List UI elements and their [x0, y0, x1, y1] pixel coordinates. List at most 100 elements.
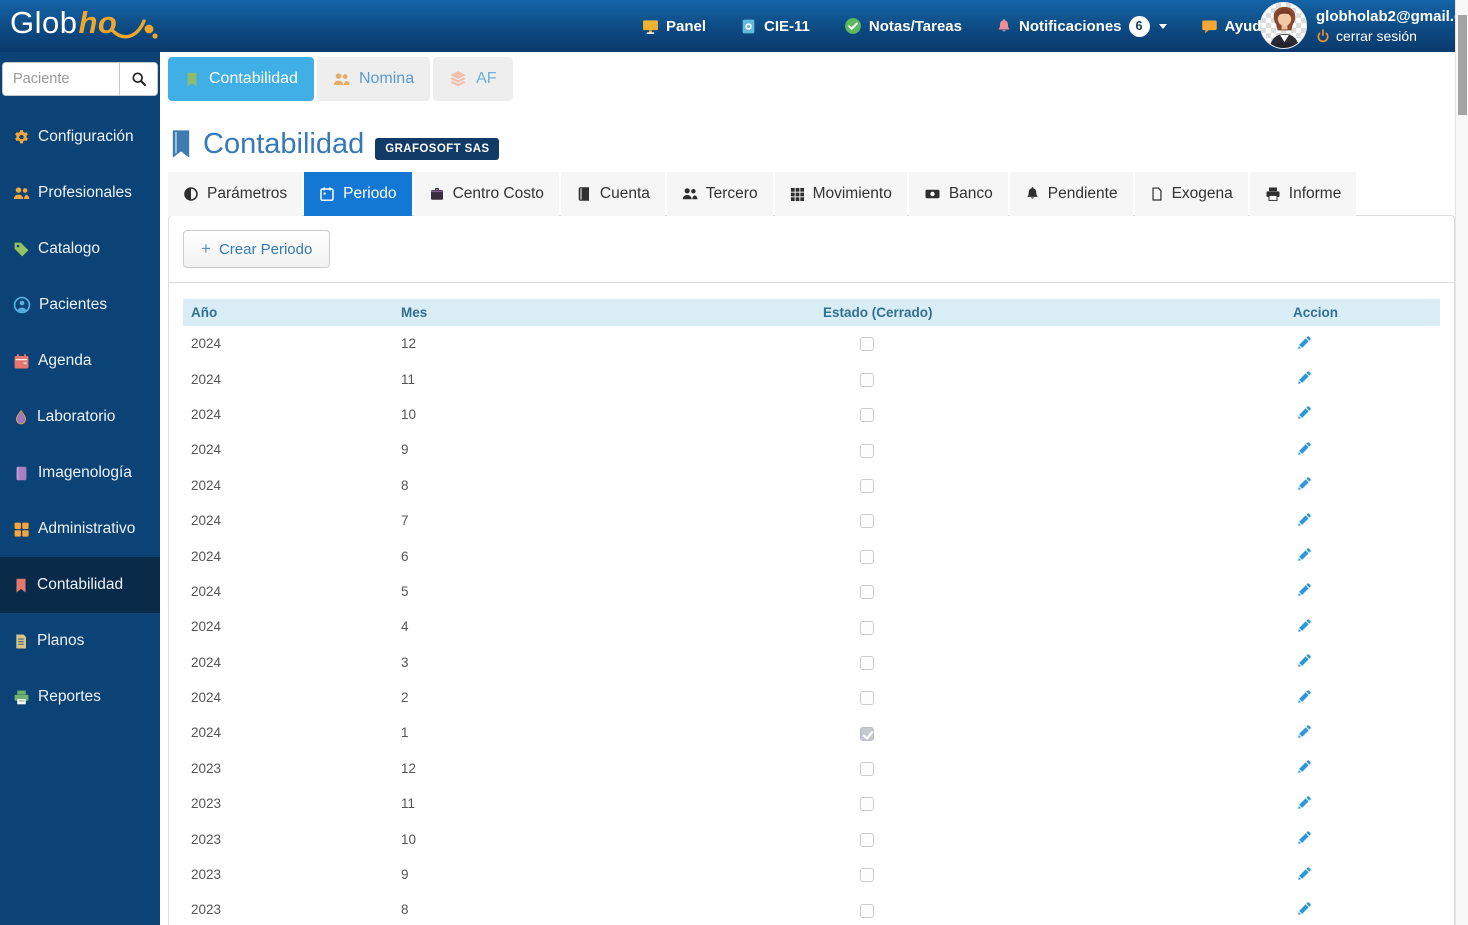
edit-pencil-icon[interactable]	[1297, 901, 1312, 919]
closed-checkbox[interactable]	[860, 514, 874, 529]
edit-pencil-icon[interactable]	[1297, 618, 1312, 636]
tab-exogena[interactable]: Exogena	[1134, 172, 1248, 216]
month-cell: 9	[401, 442, 409, 458]
edit-pencil-icon[interactable]	[1297, 547, 1312, 565]
sidebar-item-configuracion[interactable]: Configuración	[0, 109, 160, 165]
edit-pencil-icon[interactable]	[1297, 441, 1312, 459]
avatar[interactable]	[1260, 2, 1307, 49]
closed-checkbox[interactable]	[860, 620, 874, 635]
closed-checkbox[interactable]	[860, 337, 874, 352]
notifications-count-badge: 6	[1128, 15, 1150, 37]
estado-cell	[815, 680, 1285, 715]
closed-checkbox[interactable]	[860, 903, 874, 918]
closed-checkbox[interactable]	[860, 868, 874, 883]
edit-pencil-icon[interactable]	[1297, 724, 1312, 742]
closed-checkbox[interactable]	[860, 549, 874, 564]
tab-tercero[interactable]: Tercero	[666, 172, 773, 216]
closed-checkbox[interactable]	[860, 832, 874, 847]
period-table: Año Mes Estado (Cerrado) Accion 2024 12	[183, 299, 1440, 925]
vertical-scrollbar[interactable]	[1455, 0, 1468, 925]
closed-checkbox[interactable]	[860, 443, 874, 458]
module-tab-af[interactable]: AF	[433, 57, 513, 101]
sidebar-item-profesionales[interactable]: Profesionales	[0, 165, 160, 221]
year-cell: 2024	[191, 371, 222, 387]
edit-pencil-icon[interactable]	[1297, 866, 1312, 884]
sidebar-item-planos[interactable]: Planos	[0, 613, 160, 669]
sidebar-item-agenda[interactable]: Agenda	[0, 333, 160, 389]
tab-label: Exogena	[1171, 185, 1233, 202]
nav-notas-tareas[interactable]: Notas/Tareas	[844, 17, 962, 35]
closed-checkbox[interactable]	[860, 797, 874, 812]
module-tab-label: Contabilidad	[209, 70, 298, 87]
year-cell: 2024	[191, 654, 222, 670]
edit-pencil-icon[interactable]	[1297, 830, 1312, 848]
closed-checkbox[interactable]	[860, 691, 874, 706]
nav-panel[interactable]: Panel	[642, 18, 706, 35]
month-cell: 8	[401, 902, 409, 918]
tab-parametros[interactable]: Parámetros	[168, 172, 303, 216]
edit-pencil-icon[interactable]	[1297, 653, 1312, 671]
nav-notificaciones[interactable]: Notificaciones 6	[996, 15, 1167, 37]
sidebar-item-laboratorio[interactable]: Laboratorio	[0, 389, 160, 445]
tab-informe[interactable]: Informe	[1249, 172, 1357, 216]
sidebar-item-imagenologia[interactable]: Imagenología	[0, 445, 160, 501]
closed-checkbox[interactable]	[860, 726, 874, 741]
col-header-accion: Accion	[1285, 299, 1440, 326]
closed-checkbox[interactable]	[860, 655, 874, 670]
sidebar-item-contabilidad[interactable]: Contabilidad	[0, 557, 160, 613]
edit-pencil-icon[interactable]	[1297, 335, 1312, 353]
sidebar-item-reportes[interactable]: Reportes	[0, 669, 160, 725]
tab-periodo[interactable]: Periodo	[304, 172, 412, 216]
sidebar-item-label: Imagenología	[38, 464, 132, 481]
edit-pencil-icon[interactable]	[1297, 476, 1312, 494]
search-input[interactable]	[2, 62, 119, 96]
imaging-icon	[16, 466, 27, 480]
closed-checkbox[interactable]	[860, 478, 874, 493]
table-row: 2023 8	[183, 892, 1440, 925]
estado-cell	[815, 751, 1285, 786]
sidebar-item-catalogo[interactable]: Catalogo	[0, 221, 160, 277]
period-panel: + Crear Periodo Año Mes Estado (Cerrado)…	[168, 215, 1455, 925]
accion-cell	[1285, 432, 1440, 467]
module-tab-contabilidad[interactable]: Contabilidad	[168, 57, 314, 101]
create-period-button[interactable]: + Crear Periodo	[183, 230, 331, 268]
scrollbar-thumb[interactable]	[1458, 15, 1467, 115]
search-button[interactable]	[119, 62, 158, 96]
edit-pencil-icon[interactable]	[1297, 759, 1312, 777]
tab-banco[interactable]: Banco	[908, 172, 1008, 216]
tab-pendiente[interactable]: Pendiente	[1009, 172, 1133, 216]
tab-movimiento[interactable]: Movimiento	[774, 172, 907, 216]
chat-icon	[1201, 20, 1217, 33]
closed-checkbox[interactable]	[860, 585, 874, 600]
module-tab-nomina[interactable]: Nomina	[316, 57, 431, 101]
year-cell: 2023	[191, 796, 222, 812]
nav-notas-label: Notas/Tareas	[868, 17, 962, 35]
edit-pencil-icon[interactable]	[1297, 689, 1312, 707]
edit-pencil-icon[interactable]	[1297, 582, 1312, 600]
sidebar-item-administrativo[interactable]: Administrativo	[0, 501, 160, 557]
edit-pencil-icon[interactable]	[1297, 370, 1312, 388]
layers-icon	[450, 71, 466, 87]
module-tab-label: AF	[476, 70, 497, 87]
tab-centro-costo[interactable]: Centro Costo	[413, 172, 559, 216]
monitor-icon	[643, 19, 658, 34]
table-row: 2024 2	[183, 680, 1440, 715]
edit-pencil-icon[interactable]	[1297, 512, 1312, 530]
sidebar-item-pacientes[interactable]: Pacientes	[0, 277, 160, 333]
logout-button[interactable]: cerrar sesión	[1316, 28, 1462, 44]
nav-cie11[interactable]: CIE-11	[740, 18, 810, 35]
table-row: 2024 7	[183, 503, 1440, 538]
logo-swoosh-icon	[111, 19, 158, 39]
closed-checkbox[interactable]	[860, 762, 874, 777]
sidebar-item-label: Reportes	[38, 688, 101, 705]
edit-pencil-icon[interactable]	[1297, 405, 1312, 423]
closed-checkbox[interactable]	[860, 372, 874, 387]
plus-icon: +	[201, 239, 211, 258]
closed-checkbox[interactable]	[860, 408, 874, 423]
edit-pencil-icon[interactable]	[1297, 795, 1312, 813]
accion-cell	[1285, 645, 1440, 680]
search-icon	[131, 72, 146, 86]
year-cell: 2024	[191, 583, 222, 599]
tab-cuenta[interactable]: Cuenta	[560, 172, 665, 216]
tab-label: Pendiente	[1047, 185, 1118, 202]
